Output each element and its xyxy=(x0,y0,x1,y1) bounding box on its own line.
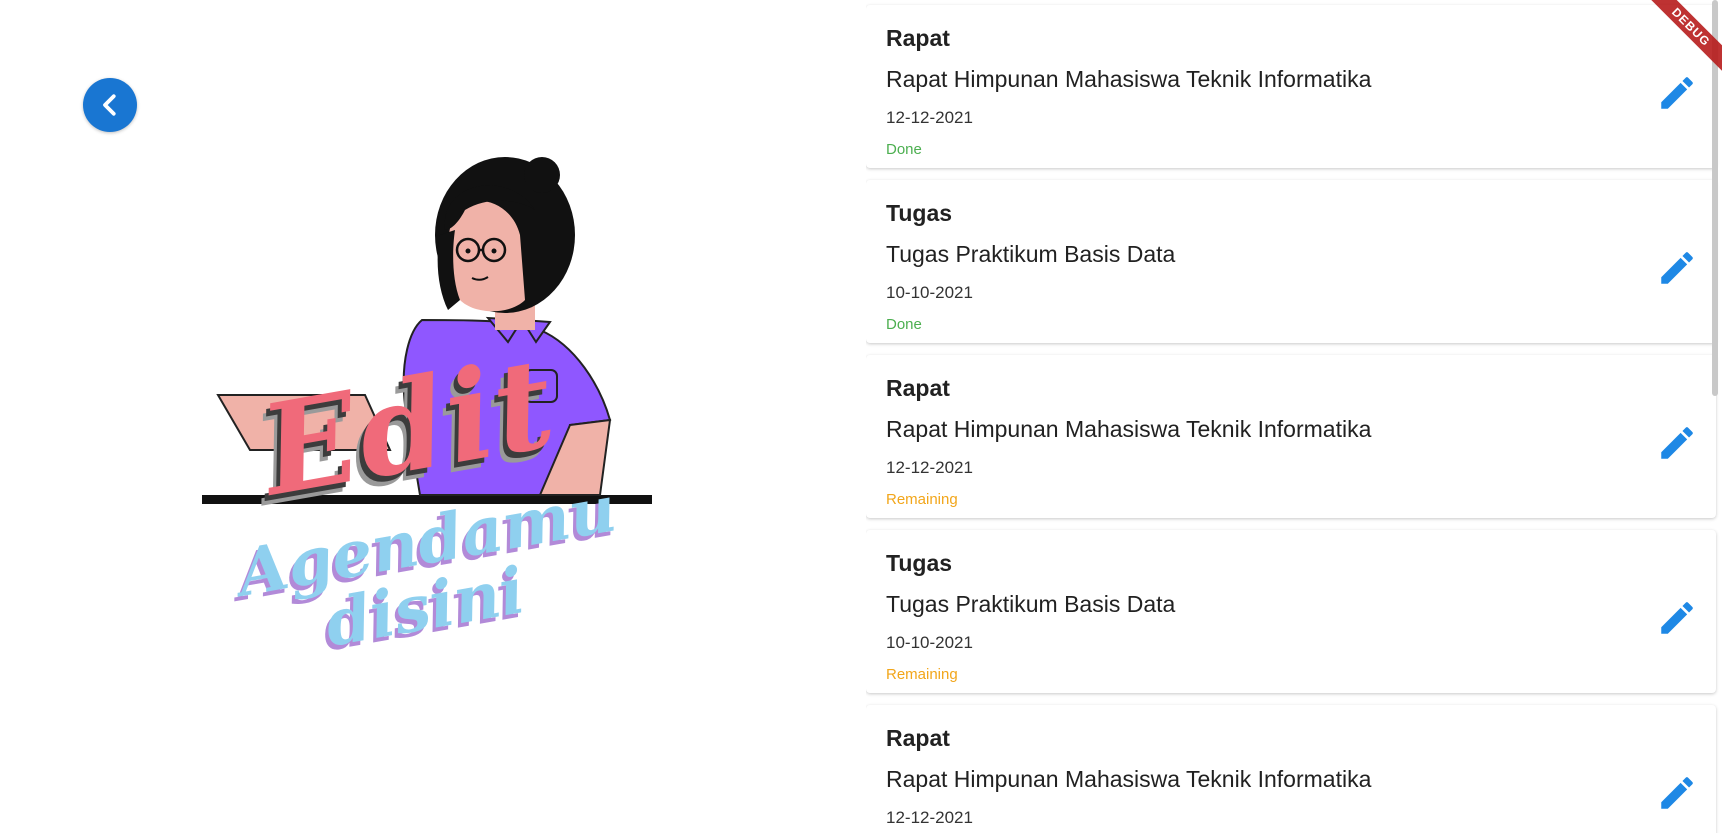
agenda-date: 12-12-2021 xyxy=(886,108,973,127)
agenda-list[interactable]: Rapat Rapat Himpunan Mahasiswa Teknik In… xyxy=(866,0,1722,833)
agenda-category: Rapat xyxy=(886,725,950,751)
agenda-card[interactable]: Rapat Rapat Himpunan Mahasiswa Teknik In… xyxy=(866,705,1716,833)
agenda-card[interactable]: Tugas Tugas Praktikum Basis Data 10-10-2… xyxy=(866,180,1716,343)
back-button[interactable] xyxy=(83,78,137,132)
edit-pencil-icon[interactable] xyxy=(1656,72,1698,114)
agenda-status: Remaining xyxy=(886,491,958,508)
agenda-card[interactable]: Tugas Tugas Praktikum Basis Data 10-10-2… xyxy=(866,530,1716,693)
edit-pencil-icon[interactable] xyxy=(1656,247,1698,289)
agenda-date: 12-12-2021 xyxy=(886,458,973,477)
edit-pencil-icon[interactable] xyxy=(1656,772,1698,814)
agenda-card[interactable]: Rapat Rapat Himpunan Mahasiswa Teknik In… xyxy=(866,5,1716,168)
agenda-status: Remaining xyxy=(886,666,958,683)
agenda-title: Tugas Praktikum Basis Data xyxy=(886,241,1176,267)
agenda-title: Tugas Praktikum Basis Data xyxy=(886,591,1176,617)
agenda-status: Done xyxy=(886,141,922,158)
agenda-category: Rapat xyxy=(886,25,950,51)
agenda-category: Tugas xyxy=(886,550,953,576)
agenda-date: 10-10-2021 xyxy=(886,283,973,302)
agenda-date: 10-10-2021 xyxy=(886,633,973,652)
agenda-category: Tugas xyxy=(886,200,953,226)
agenda-category: Rapat xyxy=(886,375,950,401)
left-pane: Edit Agendamu disini xyxy=(0,0,866,833)
agenda-status: Done xyxy=(886,316,922,333)
edit-pencil-icon[interactable] xyxy=(1656,597,1698,639)
agenda-date: 12-12-2021 xyxy=(886,808,973,827)
chevron-left-icon xyxy=(103,94,116,116)
agenda-card[interactable]: Rapat Rapat Himpunan Mahasiswa Teknik In… xyxy=(866,355,1716,518)
agenda-title: Rapat Himpunan Mahasiswa Teknik Informat… xyxy=(886,66,1372,92)
agenda-title: Rapat Himpunan Mahasiswa Teknik Informat… xyxy=(886,766,1372,792)
edit-pencil-icon[interactable] xyxy=(1656,422,1698,464)
agenda-title: Rapat Himpunan Mahasiswa Teknik Informat… xyxy=(886,416,1372,442)
